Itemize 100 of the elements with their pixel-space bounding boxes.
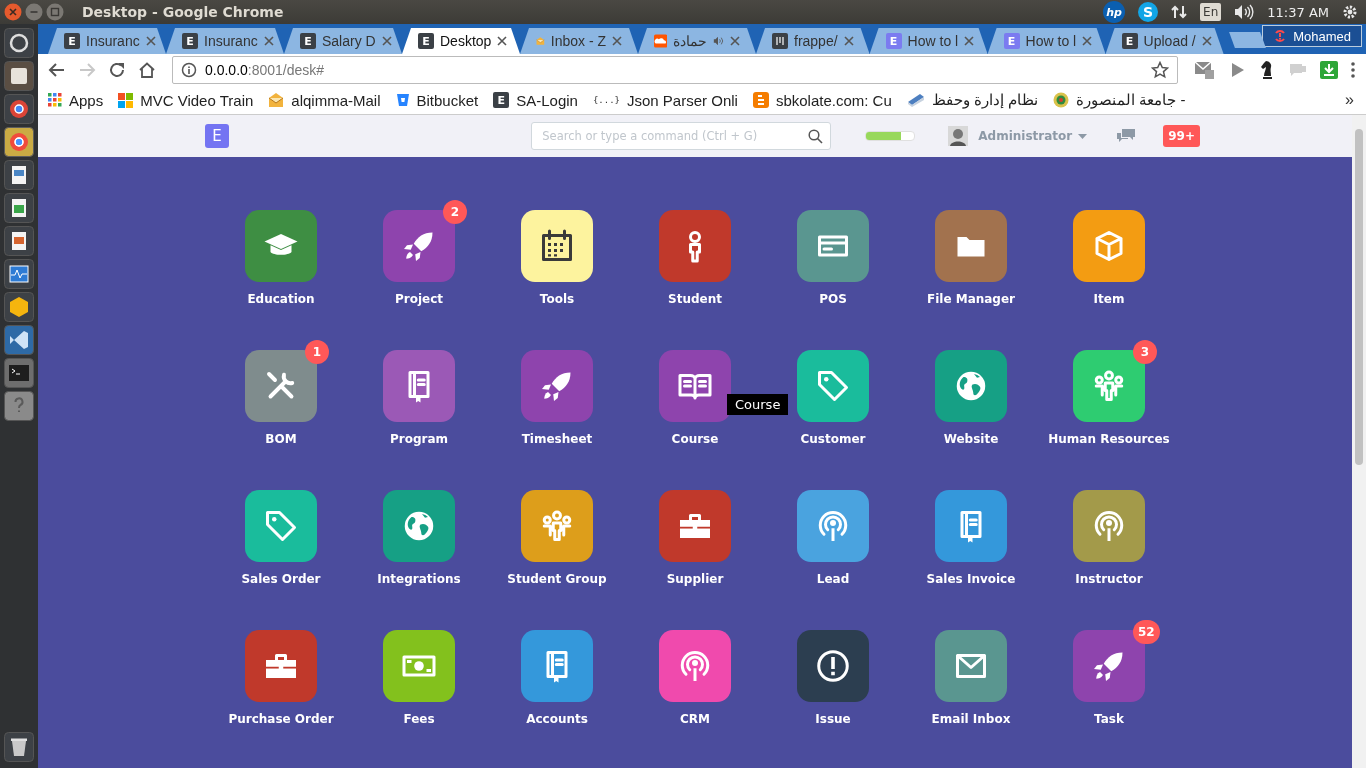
bookmark[interactable]: Bitbucket bbox=[395, 91, 479, 109]
profile-button[interactable]: Mohamed bbox=[1262, 25, 1362, 47]
keyboard-indicator[interactable]: En bbox=[1200, 3, 1222, 21]
module-tile[interactable] bbox=[797, 630, 869, 702]
module-tile[interactable] bbox=[659, 490, 731, 562]
module-tile[interactable] bbox=[659, 630, 731, 702]
module-label[interactable]: Supplier bbox=[666, 572, 724, 586]
module-tile[interactable] bbox=[935, 350, 1007, 422]
presentation-icon[interactable] bbox=[4, 226, 34, 256]
browser-tab[interactable]: E How to l bbox=[869, 28, 988, 54]
chat-icon[interactable] bbox=[1117, 129, 1136, 143]
terminal-icon[interactable] bbox=[4, 358, 34, 388]
module-tile[interactable] bbox=[521, 210, 593, 282]
bookmark[interactable]: نظام إدارة وحفظ bbox=[906, 91, 1039, 109]
browser-tab[interactable]: E Desktop bbox=[402, 28, 520, 54]
close-icon[interactable] bbox=[263, 36, 274, 46]
close-icon[interactable] bbox=[1201, 36, 1212, 46]
close-icon[interactable] bbox=[843, 36, 854, 46]
browser-tab[interactable]: E Salary D bbox=[284, 28, 402, 54]
module-label[interactable]: Accounts bbox=[526, 712, 588, 726]
menu-icon[interactable] bbox=[1350, 61, 1356, 79]
module-label[interactable]: Task bbox=[1094, 712, 1124, 726]
module-label[interactable]: Sales Order bbox=[241, 572, 321, 586]
close-window-icon[interactable] bbox=[4, 3, 22, 21]
module-label[interactable]: File Manager bbox=[926, 292, 1016, 306]
scrollbar-thumb[interactable] bbox=[1355, 129, 1363, 465]
module-label[interactable]: Website bbox=[943, 432, 999, 446]
module-tile[interactable] bbox=[245, 490, 317, 562]
volume-icon[interactable] bbox=[1234, 4, 1255, 20]
bookmark[interactable]: MVC Video Train bbox=[118, 91, 254, 109]
module-label[interactable]: Student bbox=[668, 292, 722, 306]
module-tile[interactable] bbox=[521, 630, 593, 702]
mail-extension-icon[interactable] bbox=[1194, 60, 1216, 80]
module-tile[interactable] bbox=[797, 350, 869, 422]
app-logo[interactable]: E bbox=[205, 124, 229, 148]
module-label[interactable]: Student Group bbox=[507, 572, 607, 586]
browser-tab[interactable]: frappe/ bbox=[756, 28, 870, 54]
close-icon[interactable] bbox=[381, 36, 392, 46]
bookmark[interactable]: sbkolate.com: Cu bbox=[752, 91, 892, 109]
module-label[interactable]: Human Resources bbox=[1048, 432, 1170, 446]
browser-tab[interactable]: E How to l bbox=[987, 28, 1106, 54]
caret-icon[interactable] bbox=[1078, 133, 1088, 139]
module-tile[interactable] bbox=[935, 490, 1007, 562]
avatar[interactable] bbox=[948, 126, 969, 146]
code-editor-icon[interactable] bbox=[4, 325, 34, 355]
power-gear-icon[interactable] bbox=[1342, 4, 1358, 20]
module-label[interactable]: Integrations bbox=[377, 572, 461, 586]
module-tile[interactable] bbox=[659, 210, 731, 282]
network-arrows-icon[interactable] bbox=[1171, 4, 1188, 20]
home-icon[interactable] bbox=[138, 61, 156, 79]
module-tile[interactable] bbox=[383, 350, 455, 422]
browser-tab[interactable]: حمادة bbox=[638, 28, 756, 54]
download-icon[interactable] bbox=[1320, 61, 1338, 79]
maximize-icon[interactable] bbox=[46, 3, 64, 21]
clock[interactable]: 11:37 AM bbox=[1267, 4, 1329, 20]
close-icon[interactable] bbox=[145, 36, 156, 46]
module-label[interactable]: Lead bbox=[816, 572, 850, 586]
monitor-wave-icon[interactable] bbox=[4, 259, 34, 289]
module-tile[interactable] bbox=[1073, 210, 1145, 282]
close-icon[interactable] bbox=[730, 36, 740, 46]
module-label[interactable]: Program bbox=[389, 432, 449, 446]
document-icon[interactable] bbox=[4, 160, 34, 190]
module-tile[interactable] bbox=[659, 350, 731, 422]
browser-tab[interactable]: E Upload / bbox=[1105, 28, 1224, 54]
module-label[interactable]: Instructor bbox=[1075, 572, 1143, 586]
hp-logo[interactable]: hp bbox=[1103, 1, 1126, 23]
help-icon[interactable] bbox=[4, 391, 34, 421]
module-label[interactable]: Item bbox=[1093, 292, 1125, 306]
minimize-icon[interactable] bbox=[25, 3, 43, 21]
module-tile[interactable] bbox=[521, 490, 593, 562]
module-label[interactable]: Email Inbox bbox=[931, 712, 1011, 726]
module-label[interactable]: Tools bbox=[539, 292, 575, 306]
module-label[interactable]: Purchase Order bbox=[228, 712, 334, 726]
reload-icon[interactable] bbox=[108, 61, 126, 79]
module-tile[interactable] bbox=[521, 350, 593, 422]
trash-icon[interactable] bbox=[4, 732, 34, 762]
speaker-icon[interactable] bbox=[713, 35, 724, 47]
close-icon[interactable] bbox=[964, 36, 975, 46]
module-label[interactable]: BOM bbox=[265, 432, 297, 446]
spreadsheet-icon[interactable] bbox=[4, 193, 34, 223]
module-tile[interactable] bbox=[383, 630, 455, 702]
star-icon[interactable] bbox=[1151, 61, 1169, 79]
module-tile[interactable] bbox=[935, 630, 1007, 702]
module-tile[interactable] bbox=[383, 490, 455, 562]
bookmark[interactable]: E SA-Login bbox=[493, 91, 578, 109]
module-tile[interactable] bbox=[1073, 490, 1145, 562]
close-icon[interactable] bbox=[1082, 36, 1093, 46]
module-label[interactable]: Issue bbox=[815, 712, 851, 726]
module-tile[interactable] bbox=[797, 210, 869, 282]
module-label[interactable]: Sales Invoice bbox=[926, 572, 1016, 586]
search-field[interactable]: Search or type a command (Ctrl + G) bbox=[531, 122, 832, 150]
module-label[interactable]: Timesheet bbox=[521, 432, 593, 446]
dash-icon[interactable] bbox=[4, 28, 34, 58]
module-label[interactable]: Project bbox=[394, 292, 444, 306]
address-bar[interactable]: 0.0.0.0:8001/desk# bbox=[172, 56, 1178, 84]
bookmark[interactable]: {...} Json Parser Onli bbox=[592, 91, 738, 109]
module-label[interactable]: POS bbox=[819, 292, 847, 306]
info-icon[interactable] bbox=[181, 62, 197, 78]
browser-tab[interactable]: E Insuranc bbox=[48, 28, 166, 54]
close-icon[interactable] bbox=[497, 36, 508, 46]
